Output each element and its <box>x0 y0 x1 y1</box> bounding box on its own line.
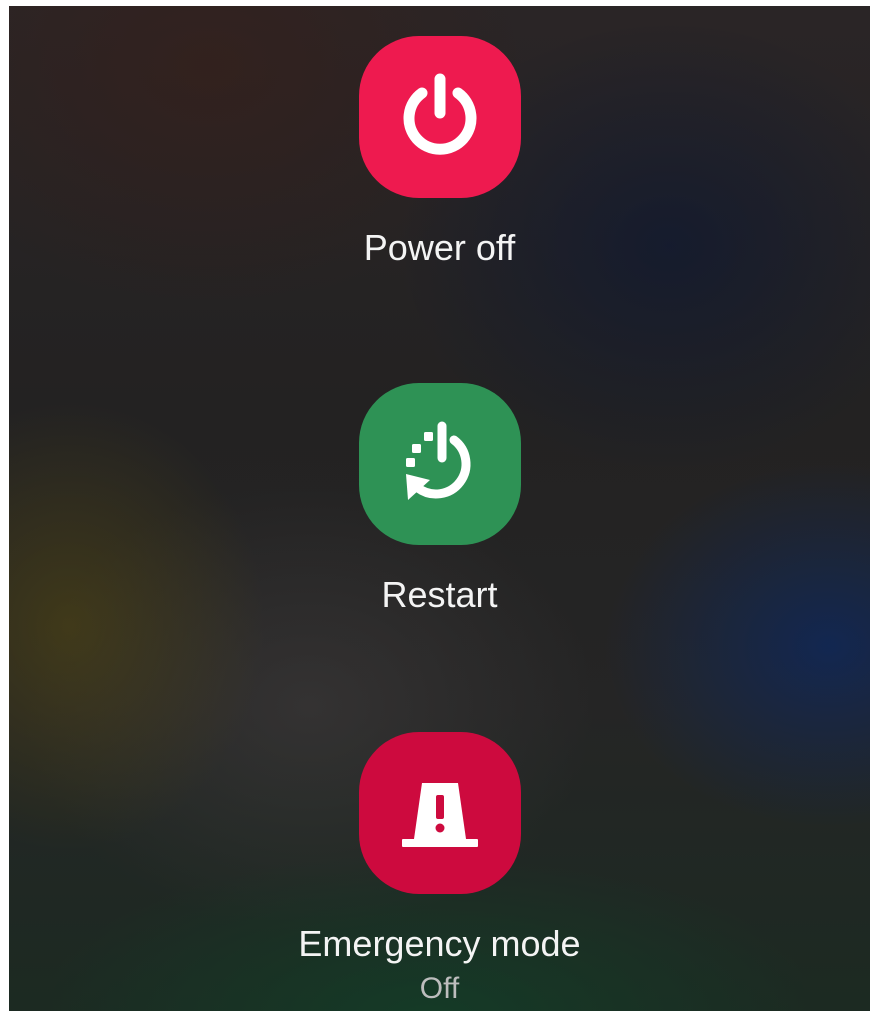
restart-button[interactable]: Restart <box>9 383 870 615</box>
restart-label: Restart <box>381 574 498 615</box>
power-icon <box>403 73 476 155</box>
power-menu-screen: Power off Restart Emergency mode Off <box>9 6 870 1011</box>
power-off-label: Power off <box>363 227 516 268</box>
restart-tile[interactable] <box>358 383 521 545</box>
emergency-mode-button[interactable]: Emergency mode Off <box>9 732 870 1006</box>
restart-icon <box>405 421 470 500</box>
power-off-tile[interactable] <box>358 36 521 198</box>
emergency-mode-label: Emergency mode <box>298 923 581 964</box>
emergency-mode-status: Off <box>419 972 460 1005</box>
power-off-button[interactable]: Power off <box>9 36 870 268</box>
emergency-mode-tile[interactable] <box>358 732 521 894</box>
emergency-beacon-icon <box>401 783 478 847</box>
